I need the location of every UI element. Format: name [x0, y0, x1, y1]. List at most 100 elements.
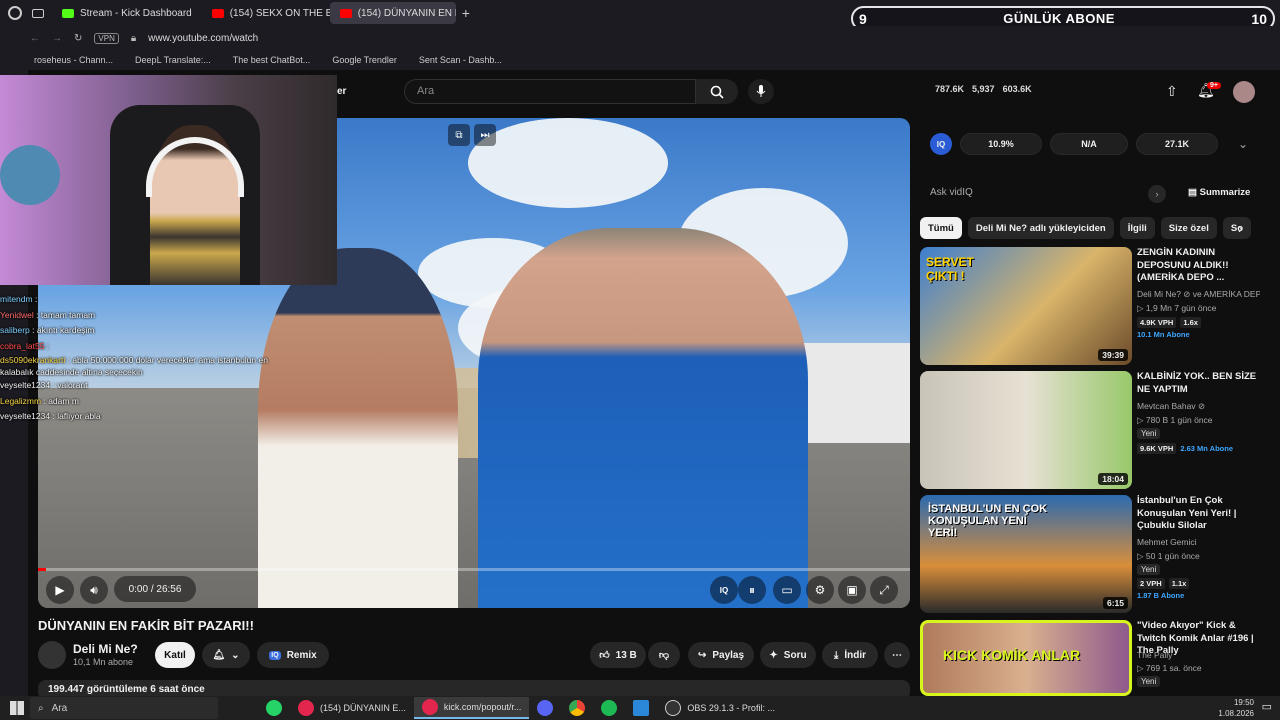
youtube-icon — [339, 8, 352, 18]
video-thumbnail[interactable]: 18:04 — [920, 371, 1132, 489]
rec-title[interactable]: ZENGİN KADININ DEPOSUNU ALDIK!! (AMERİKA… — [1137, 247, 1260, 285]
lock-icon: 🔒︎ — [130, 32, 137, 44]
spotify-app[interactable] — [593, 697, 625, 719]
bookmark-item[interactable]: Sent Scan - Dashb... — [419, 55, 502, 65]
progress-bar[interactable] — [38, 568, 910, 571]
volume-button[interactable]: 🔊︎ — [80, 576, 108, 604]
search-input[interactable]: Ara — [404, 79, 696, 104]
rec-title[interactable]: KALBİNİZ YOK.. BEN SİZE NE YAPTIM — [1137, 371, 1260, 396]
rec-subs: 10.1 Mn Abone — [1137, 330, 1190, 339]
chat-user: Legalizmm — [0, 395, 42, 406]
clock-date: 1.08.2026 — [1218, 709, 1254, 718]
bookmark-item[interactable]: DeepL Translate:... — [135, 55, 211, 65]
back-icon[interactable]: ← — [30, 33, 40, 44]
recommendation-item[interactable]: 18:04 KALBİNİZ YOK.. BEN SİZE NE YAPTIM … — [920, 371, 1260, 489]
more-actions-button[interactable]: ⋯ — [884, 642, 910, 668]
store-app[interactable] — [625, 697, 657, 719]
settings-icon[interactable]: ⚙ — [806, 576, 834, 604]
rec-channel[interactable]: Deli Mi Ne? ⊘ ve AMERİKA DEP... — [1137, 289, 1260, 300]
forward-icon[interactable]: → — [52, 33, 62, 44]
chrome-app[interactable] — [561, 697, 593, 719]
video-cloud — [468, 118, 668, 208]
windows-start-icon[interactable] — [10, 701, 24, 715]
vpn-badge[interactable]: VPN — [94, 32, 119, 44]
browser-menu-icon[interactable] — [8, 6, 22, 20]
discord-app[interactable] — [529, 697, 561, 719]
dislike-button[interactable]: 👎︎ — [648, 642, 680, 668]
ask-vidiq-input[interactable]: Ask vidIQ — [930, 187, 973, 198]
system-clock[interactable]: 19:50 1.08.2026 — [1218, 697, 1254, 719]
upload-icon[interactable]: ⇧ — [1166, 83, 1178, 100]
recommendation-item[interactable]: KICK KOMİK ANLAR "Video Akıyor" Kick & T… — [920, 620, 1260, 696]
video-thumbnail[interactable]: KICK KOMİK ANLAR — [920, 620, 1132, 696]
rec-channel[interactable]: The Pally — [1137, 650, 1172, 660]
pause-autoplay-button[interactable]: ⏸ — [738, 576, 766, 604]
share-icon: ↪ — [697, 649, 707, 661]
skip-icon[interactable]: ⏭ — [474, 124, 496, 146]
new-tab-button[interactable]: + — [462, 5, 470, 21]
video-thumbnail[interactable]: SERVET ÇIKTI ! 39:39 — [920, 247, 1132, 365]
tab-youtube-1[interactable]: (154) SEKX ON THE BİÇ | — [202, 2, 330, 24]
bookmark-item[interactable]: Google Trendler — [332, 55, 397, 65]
taskbar-app-kick[interactable]: kick.com/popout/r... — [413, 697, 530, 719]
taskbar-app-youtube[interactable]: (154) DÜNYANIN E... — [290, 697, 414, 719]
chat-message: veyselte1234 : valorant — [0, 378, 300, 394]
bookmark-item[interactable]: The best ChatBot... — [233, 55, 311, 65]
pip-icon[interactable]: ⧉ — [448, 124, 470, 146]
chat-user: saliberp — [0, 325, 30, 335]
notification-center-icon[interactable]: ▭ — [1262, 700, 1272, 713]
tab-youtube-active[interactable]: (154) DÜNYANIN EN FAKİR — [329, 2, 456, 24]
chip-uploader[interactable]: Deli Mi Ne? adlı yükleyiciden — [967, 217, 1114, 239]
bookmarks-bar: roseheus - Chann... DeepL Translate:... … — [0, 50, 1280, 70]
thumb-text: SERVET ÇIKTI ! — [926, 255, 974, 283]
vidiq-player-button[interactable]: IQ — [710, 576, 738, 604]
taskbar-app-obs[interactable]: OBS 29.1.3 - Profil: ... — [657, 697, 783, 719]
tab-kick-dashboard[interactable]: Stream - Kick Dashboard — [52, 2, 202, 24]
join-button[interactable]: Katıl — [155, 642, 195, 668]
tab-overview-icon[interactable] — [32, 8, 44, 18]
thumb-text: İSTANBUL'UN EN ÇOK KONUŞULAN YENİ YERİ! — [928, 503, 1048, 539]
new-badge: Yeni — [1137, 428, 1161, 439]
share-button[interactable]: ↪ Paylaş — [688, 642, 754, 668]
fullscreen-icon[interactable]: ⤢ — [870, 576, 898, 604]
chat-message: Legalizmm : adam m — [0, 394, 300, 410]
mic-button[interactable] — [748, 79, 774, 104]
whatsapp-app[interactable] — [258, 697, 290, 719]
play-button[interactable]: ▶ — [46, 576, 74, 604]
video-thumbnail[interactable]: İSTANBUL'UN EN ÇOK KONUŞULAN YENİ YERİ! … — [920, 495, 1132, 613]
chip-for-you[interactable]: Size özel — [1160, 217, 1217, 239]
channel-avatar[interactable] — [38, 641, 66, 669]
taskbar-search[interactable]: ⌕ Ara — [30, 697, 218, 719]
webcam-plush — [0, 145, 60, 205]
miniplayer-icon[interactable]: ▣ — [838, 576, 866, 604]
chip-related[interactable]: İlgili — [1119, 217, 1155, 239]
remix-button[interactable]: IQ Remix — [257, 642, 329, 668]
ask-button[interactable]: ✦ Soru — [760, 642, 816, 668]
rec-title[interactable]: İstanbul'un En Çok Konuşulan Yeni Yeri! … — [1137, 495, 1260, 533]
rec-channel[interactable]: Mevtcan Bahav ⊘ — [1137, 401, 1205, 412]
remix-label: Remix — [286, 649, 317, 661]
like-button[interactable]: 👍︎ 13 B — [590, 642, 646, 668]
notification-bell-button[interactable]: 🔔︎ ⌄ — [202, 642, 250, 668]
recommendation-item[interactable]: İSTANBUL'UN EN ÇOK KONUŞULAN YENİ YERİ! … — [920, 495, 1260, 613]
chip-more[interactable]: So — [1222, 217, 1251, 239]
vidiq-logo[interactable]: IQ — [930, 133, 952, 155]
taskbar: ⌕ Ara (154) DÜNYANIN E... kick.com/popout… — [0, 696, 1280, 720]
taskbar-search-label: Ara — [51, 702, 68, 714]
avatar[interactable] — [1233, 81, 1255, 103]
video-duration: 18:04 — [1098, 473, 1128, 485]
summarize-button[interactable]: ▤ Summarize — [1188, 187, 1250, 198]
channel-name[interactable]: Deli Mi Ne? — [73, 642, 138, 656]
chips-next-icon[interactable]: › — [1238, 220, 1243, 236]
url-field[interactable]: www.youtube.com/watch — [148, 33, 258, 44]
download-button[interactable]: ⤓ İndir — [822, 642, 878, 668]
chip-all[interactable]: Tümü — [920, 217, 962, 239]
recommendation-item[interactable]: SERVET ÇIKTI ! 39:39 ZENGİN KADININ DEPO… — [920, 247, 1260, 365]
chevron-down-icon[interactable]: ⌄ — [1238, 137, 1248, 151]
bookmark-item[interactable]: roseheus - Chann... — [34, 55, 113, 65]
rec-channel[interactable]: Mehmet Gemici — [1137, 537, 1197, 547]
search-button[interactable] — [696, 79, 738, 104]
reload-icon[interactable]: ↻ — [74, 33, 82, 44]
ask-send-icon[interactable]: › — [1148, 185, 1166, 203]
subtitles-button[interactable]: ▭ — [773, 576, 801, 604]
